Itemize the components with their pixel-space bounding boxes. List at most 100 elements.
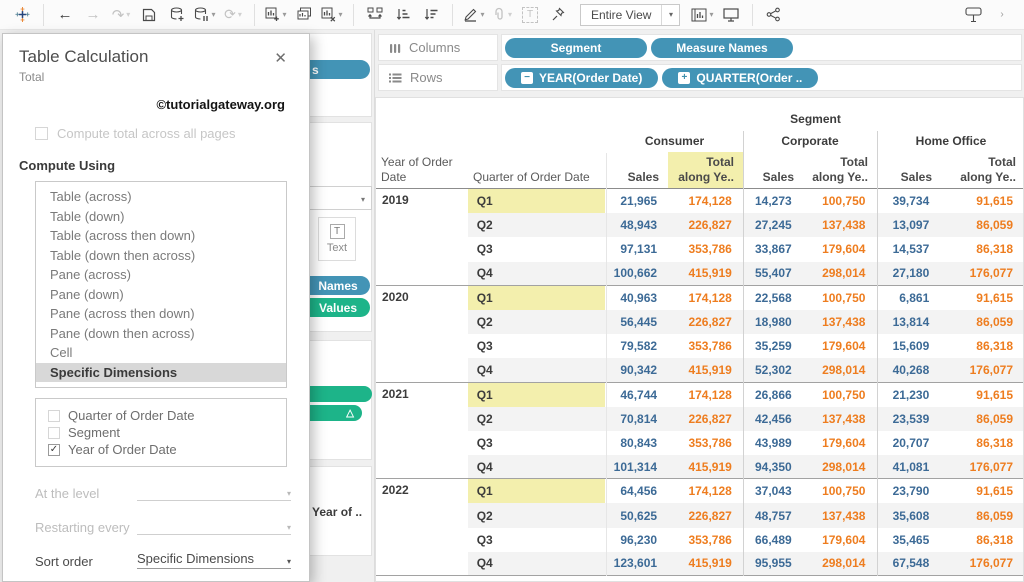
sales-value-cell[interactable]: 27,180 (875, 262, 939, 285)
total-value-cell[interactable]: 137,438 (802, 503, 876, 527)
sales-value-cell[interactable]: 100,662 (605, 262, 667, 285)
quarter-cell[interactable]: Q4 (468, 455, 606, 478)
total-value-cell[interactable]: 226,827 (667, 310, 742, 334)
total-value-cell[interactable]: 298,014 (802, 552, 876, 575)
total-value-cell[interactable]: 174,128 (667, 189, 742, 213)
sales-value-cell[interactable]: 14,537 (875, 237, 939, 261)
compute-using-option[interactable]: Table (down then across) (36, 246, 286, 266)
total-value-cell[interactable]: 226,827 (667, 503, 742, 527)
sales-value-cell[interactable]: 13,097 (875, 213, 939, 237)
sales-value-cell[interactable]: 52,302 (742, 358, 802, 381)
total-value-cell[interactable]: 137,438 (802, 407, 876, 431)
sort-order-dropdown[interactable]: Specific Dimensions ▾ (137, 551, 291, 569)
compute-using-option[interactable]: Table (across then down) (36, 226, 286, 246)
total-value-cell[interactable]: 179,604 (802, 237, 876, 261)
sales-value-cell[interactable]: 90,342 (605, 358, 667, 381)
measure-values-pill-fragment[interactable]: Values (300, 298, 370, 317)
group-members-icon[interactable]: ▾ (491, 2, 513, 28)
compute-using-option[interactable]: Table (across) (36, 187, 286, 207)
compute-using-option[interactable]: Specific Dimensions (36, 363, 286, 383)
quarter-cell[interactable]: Q2 (468, 407, 606, 431)
sales-value-cell[interactable]: 80,843 (605, 431, 667, 455)
sales-value-cell[interactable]: 22,568 (742, 286, 802, 310)
total-value-cell[interactable]: 174,128 (667, 479, 742, 503)
dimension-row[interactable]: ✓Year of Order Date (48, 442, 286, 457)
quarter-cell[interactable]: Q2 (468, 310, 606, 334)
quarter-cell[interactable]: Q1 (468, 189, 606, 213)
total-value-cell[interactable]: 86,059 (939, 310, 1023, 334)
compute-using-option[interactable]: Cell (36, 343, 286, 363)
redo-icon[interactable]: ↷▾ (110, 2, 132, 28)
total-value-cell[interactable]: 91,615 (939, 479, 1023, 503)
clear-sheet-icon[interactable]: ▾ (321, 2, 343, 28)
total-value-cell[interactable]: 100,750 (802, 479, 876, 503)
shelf-pill[interactable]: +QUARTER(Order .. (662, 68, 818, 88)
compute-using-option[interactable]: Table (down) (36, 207, 286, 227)
year-of-pill-fragment[interactable]: Year of .. (312, 505, 362, 519)
total-value-cell[interactable]: 91,615 (939, 383, 1023, 407)
sales-value-cell[interactable]: 37,043 (742, 479, 802, 503)
total-value-cell[interactable]: 100,750 (802, 383, 876, 407)
quarter-cell[interactable]: Q2 (468, 213, 606, 237)
total-value-cell[interactable]: 298,014 (802, 455, 876, 478)
collapse-panel-icon[interactable]: › (991, 2, 1013, 28)
sales-value-cell[interactable]: 33,867 (742, 237, 802, 261)
compute-using-option[interactable]: Pane (down) (36, 285, 286, 305)
total-value-cell[interactable]: 226,827 (667, 407, 742, 431)
total-value-cell[interactable]: 91,615 (939, 286, 1023, 310)
marks-text-button[interactable]: T Text (318, 217, 356, 261)
quarter-cell[interactable]: Q4 (468, 552, 606, 575)
add-data-source-icon[interactable] (166, 2, 188, 28)
presentation-mode-icon[interactable] (720, 2, 742, 28)
total-value-cell[interactable]: 137,438 (802, 213, 876, 237)
sales-value-cell[interactable]: 50,625 (605, 503, 667, 527)
total-value-cell[interactable]: 226,827 (667, 213, 742, 237)
sales-value-cell[interactable]: 55,407 (742, 262, 802, 285)
total-value-cell[interactable]: 100,750 (802, 286, 876, 310)
show-mark-labels-icon[interactable]: ▾ (691, 2, 713, 28)
total-value-cell[interactable]: 415,919 (667, 358, 742, 381)
back-icon[interactable]: ← (54, 2, 76, 28)
quarter-cell[interactable]: Q4 (468, 358, 606, 381)
sales-value-cell[interactable]: 15,609 (875, 334, 939, 358)
total-value-cell[interactable]: 298,014 (802, 262, 876, 285)
quarter-cell[interactable]: Q1 (468, 479, 606, 503)
shelf-pill[interactable]: −YEAR(Order Date) (505, 68, 658, 88)
sales-value-cell[interactable]: 66,489 (742, 528, 802, 552)
total-value-cell[interactable]: 100,750 (802, 189, 876, 213)
dimension-row[interactable]: Quarter of Order Date (48, 408, 286, 423)
fix-axes-icon[interactable] (547, 2, 569, 28)
sales-value-cell[interactable]: 40,268 (875, 358, 939, 381)
quarter-cell[interactable]: Q3 (468, 334, 606, 358)
columns-pillbox[interactable]: SegmentMeasure Names (501, 34, 1022, 61)
shelf-pill[interactable]: Measure Names (651, 38, 793, 58)
sales-value-cell[interactable]: 56,445 (605, 310, 667, 334)
dimension-row[interactable]: Segment (48, 425, 286, 440)
forward-icon[interactable]: → (82, 2, 104, 28)
refresh-data-icon[interactable]: ⟳▾ (222, 2, 244, 28)
sales-value-cell[interactable]: 97,131 (605, 237, 667, 261)
expand-icon[interactable]: + (678, 72, 690, 84)
total-value-cell[interactable]: 174,128 (667, 383, 742, 407)
quarter-cell[interactable]: Q2 (468, 503, 606, 527)
sales-value-cell[interactable]: 46,744 (605, 383, 667, 407)
sales-value-cell[interactable]: 79,582 (605, 334, 667, 358)
pause-auto-updates-icon[interactable]: ▾ (194, 2, 216, 28)
sales-value-cell[interactable]: 101,314 (605, 455, 667, 478)
highlight-icon[interactable]: ▾ (463, 2, 485, 28)
total-value-cell[interactable]: 353,786 (667, 528, 742, 552)
quarter-cell[interactable]: Q4 (468, 262, 606, 285)
mark-type-dropdown[interactable]: ▾ (308, 186, 372, 210)
total-value-cell[interactable]: 176,077 (939, 262, 1023, 285)
collapse-icon[interactable]: − (521, 72, 533, 84)
compute-using-option[interactable]: Pane (down then across) (36, 324, 286, 344)
total-value-cell[interactable]: 86,059 (939, 213, 1023, 237)
total-value-cell[interactable]: 353,786 (667, 431, 742, 455)
sales-value-cell[interactable]: 39,734 (875, 189, 939, 213)
total-value-cell[interactable]: 179,604 (802, 431, 876, 455)
total-value-cell[interactable]: 86,318 (939, 431, 1023, 455)
sort-ascending-icon[interactable] (392, 2, 414, 28)
sales-value-cell[interactable]: 35,465 (875, 528, 939, 552)
sales-value-cell[interactable]: 18,980 (742, 310, 802, 334)
sales-value-cell[interactable]: 43,989 (742, 431, 802, 455)
